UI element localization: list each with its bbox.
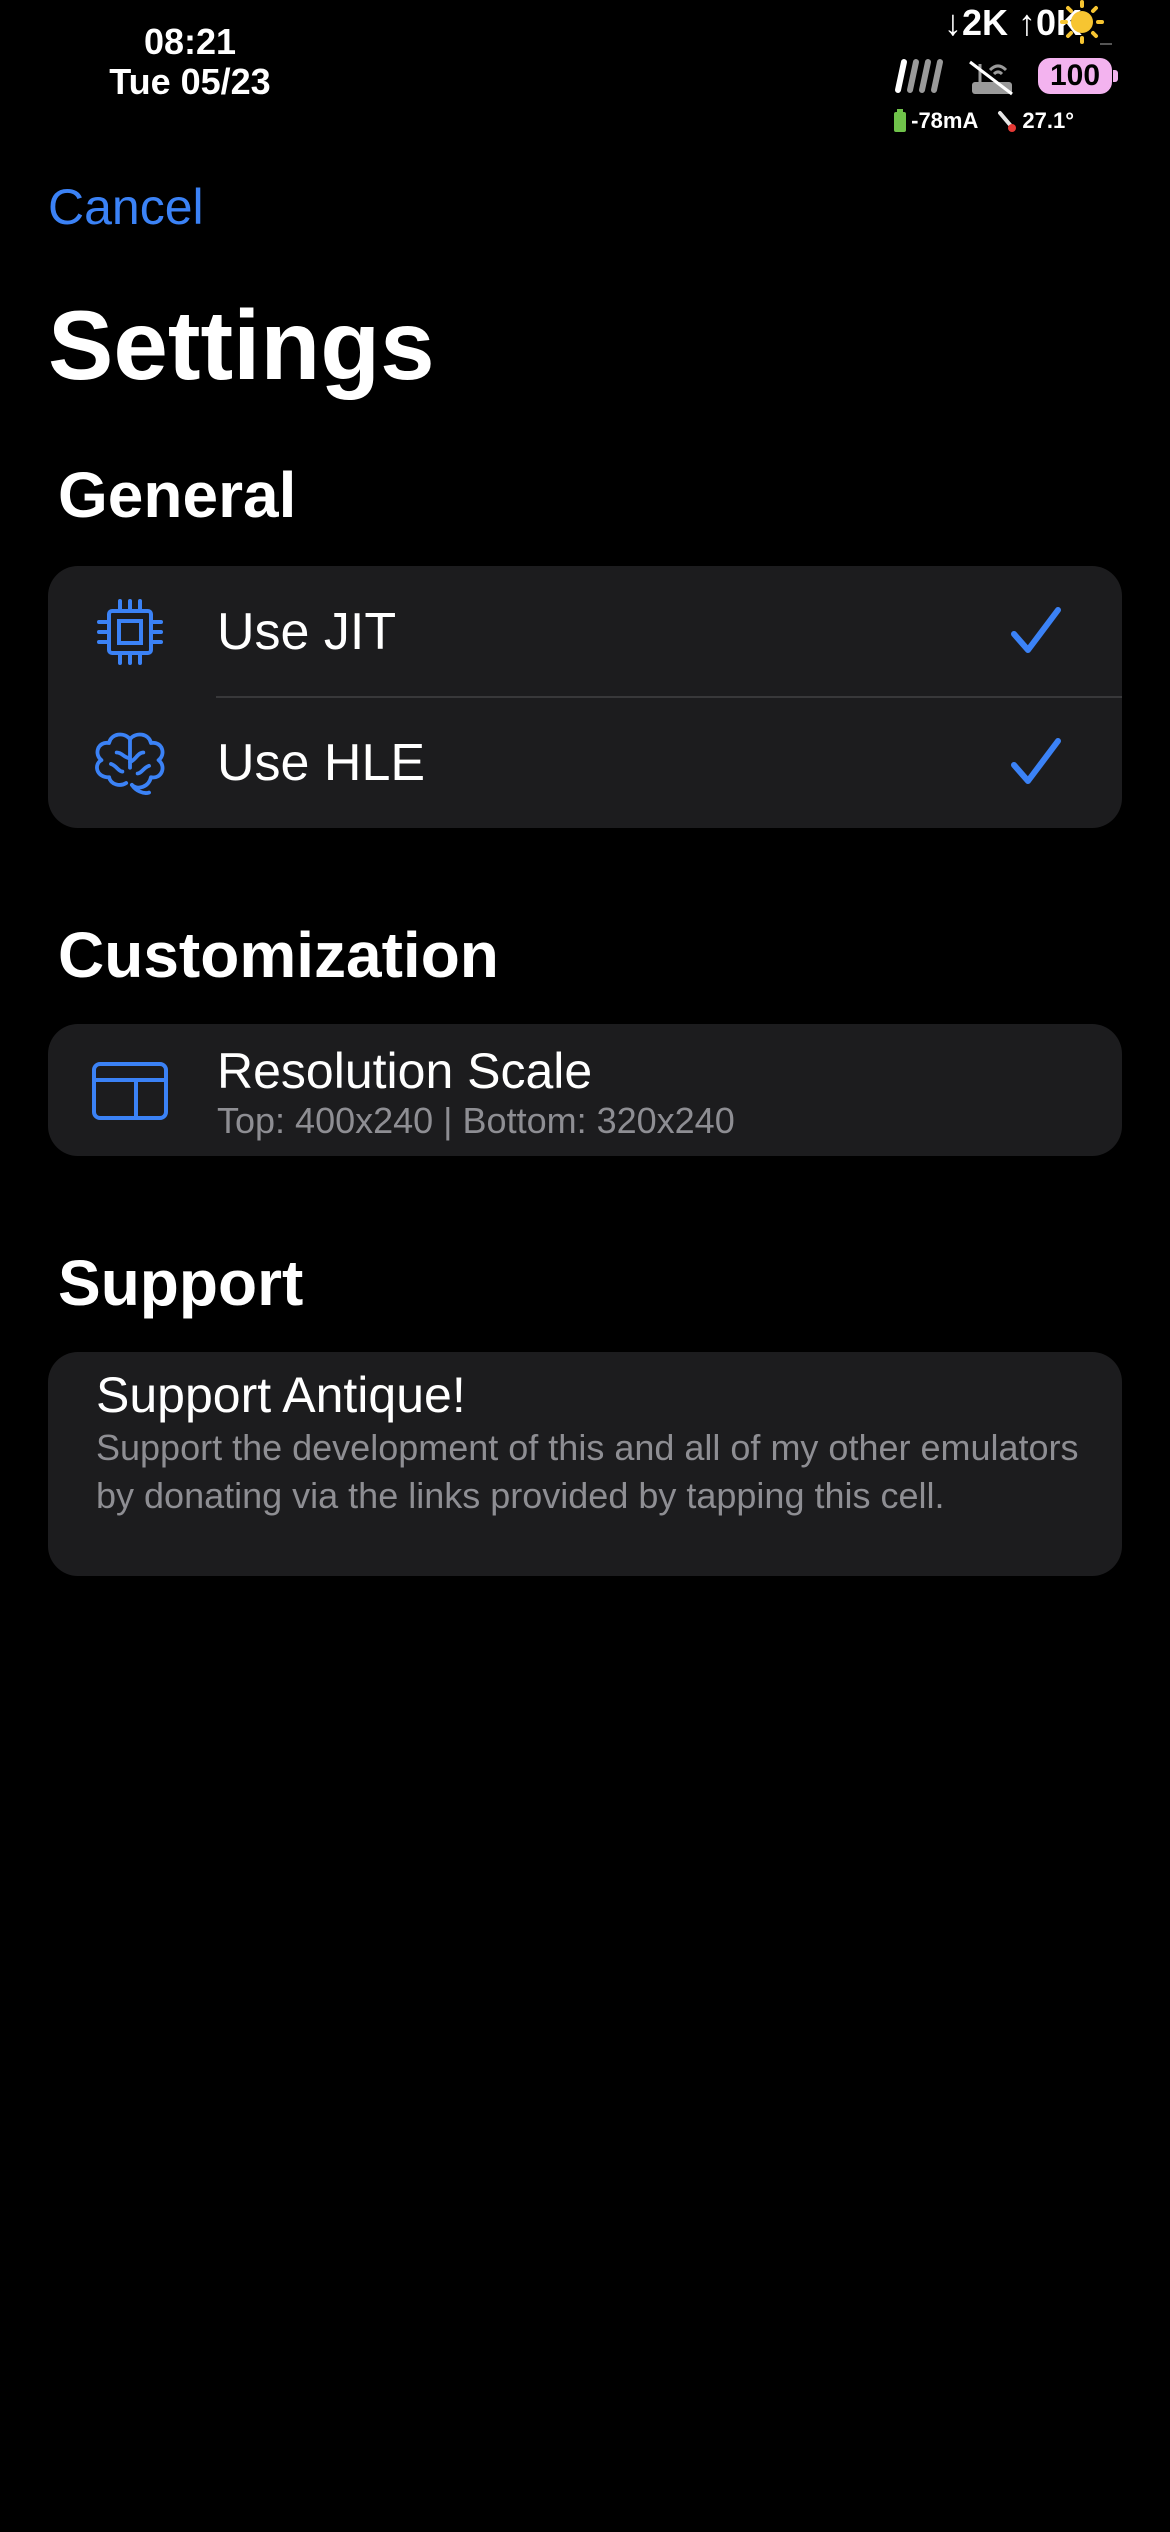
support-cell-title: Support Antique! — [96, 1367, 466, 1423]
resolution-scale-subtitle: Top: 400x240 | Bottom: 320x240 — [217, 1100, 735, 1141]
resolution-scale-title: Resolution Scale — [217, 1043, 593, 1099]
device-stats: -78mA 27.1° — [893, 108, 1074, 134]
use-hle-label: Use HLE — [217, 733, 426, 792]
brain-icon — [90, 723, 170, 803]
wifi-router-icon — [969, 60, 1013, 96]
status-clock: 08:21 Tue 05/23 — [60, 22, 320, 102]
section-title-customization: Customization — [58, 919, 499, 991]
status-indicators: ↓2K ↑0K 100 -78mA 27.1° — [812, 0, 1118, 140]
current-stat: -78mA — [893, 108, 978, 134]
section-title-support: Support — [58, 1247, 304, 1319]
status-time: 08:21 — [143, 21, 237, 62]
battery-indicator: 100 — [1038, 58, 1118, 94]
support-group[interactable]: Support Antique! Support the development… — [48, 1352, 1122, 1576]
checkmark-icon — [1011, 606, 1061, 653]
download-speed: ↓2K — [943, 2, 1008, 43]
page-title: Settings — [48, 290, 435, 400]
section-title-general: General — [58, 459, 297, 531]
cellular-signal-icon — [895, 59, 943, 93]
temperature-stat: 27.1° — [996, 108, 1074, 134]
battery-level: 100 — [1049, 59, 1101, 92]
sun-icon — [1060, 0, 1112, 45]
general-group: Use JIT Use HLE — [48, 566, 1122, 828]
resolution-scale-row[interactable]: Resolution Scale Top: 400x240 | Bottom: … — [48, 1024, 1122, 1156]
use-jit-row[interactable]: Use JIT — [48, 566, 1122, 697]
current-value: -78mA — [911, 108, 979, 133]
cancel-button[interactable]: Cancel — [48, 178, 204, 236]
screen-layout-icon — [90, 1050, 170, 1130]
temperature-value: 27.1° — [1022, 108, 1074, 133]
battery-small-icon — [894, 109, 907, 132]
checkmark-icon — [1011, 737, 1061, 784]
use-jit-label: Use JIT — [217, 602, 397, 661]
thermometer-icon — [998, 111, 1017, 132]
cpu-icon — [90, 592, 170, 672]
status-icons-row: 100 — [888, 54, 1118, 98]
support-cell-description: Support the development of this and all … — [96, 1427, 1079, 1516]
customization-group: Resolution Scale Top: 400x240 | Bottom: … — [48, 1024, 1122, 1156]
use-hle-row[interactable]: Use HLE — [48, 697, 1122, 828]
status-date: Tue 05/23 — [109, 61, 271, 102]
